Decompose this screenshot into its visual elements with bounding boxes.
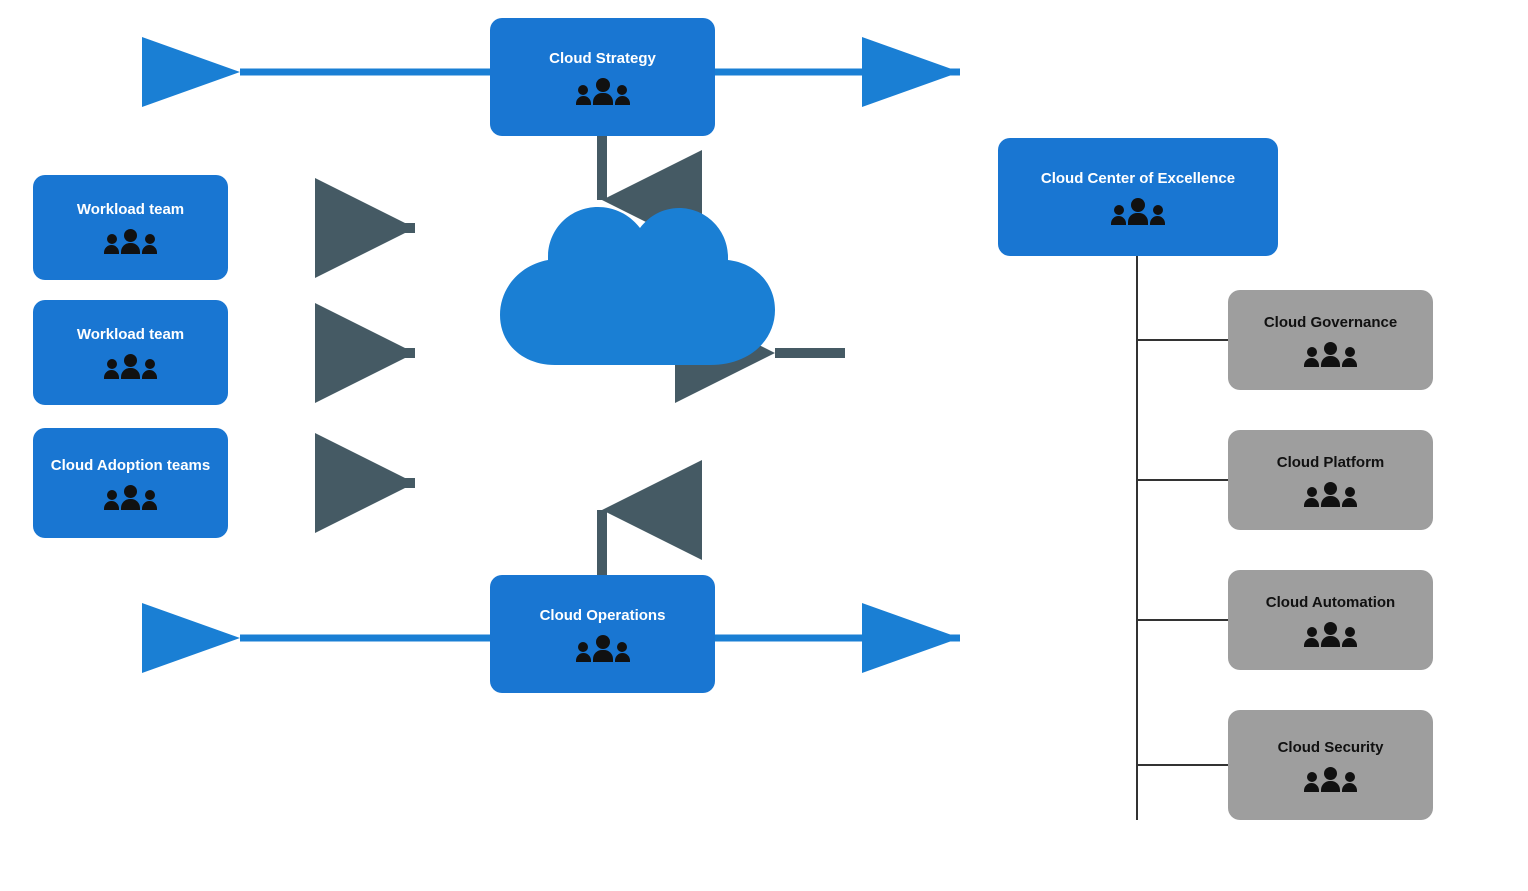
- person-icon: [593, 635, 613, 662]
- person-icon: [1150, 205, 1165, 225]
- person-icon: [142, 359, 157, 379]
- person-icon: [1321, 342, 1340, 367]
- person-icon: [104, 359, 119, 379]
- cloud-center-excellence-box: Cloud Center of Excellence: [998, 138, 1278, 256]
- cloud-security-icon: [1304, 767, 1357, 792]
- cloud-adoption-teams-label: Cloud Adoption teams: [51, 457, 210, 475]
- person-icon: [1128, 198, 1148, 225]
- cloud-automation-label: Cloud Automation: [1266, 594, 1395, 612]
- person-icon: [104, 490, 119, 510]
- person-icon: [142, 234, 157, 254]
- cloud-automation-box: Cloud Automation: [1228, 570, 1433, 670]
- person-icon: [1321, 482, 1340, 507]
- person-icon: [1304, 347, 1319, 367]
- cloud-adoption-teams-box: Cloud Adoption teams: [33, 428, 228, 538]
- diagram-container: Cloud Strategy Workload team Workload te…: [0, 0, 1528, 891]
- person-icon: [142, 490, 157, 510]
- person-icon: [615, 85, 630, 105]
- cloud-svg: [430, 195, 780, 435]
- person-icon: [615, 642, 630, 662]
- person-icon: [121, 229, 140, 254]
- person-icon: [1342, 772, 1357, 792]
- cloud-governance-box: Cloud Governance: [1228, 290, 1433, 390]
- person-icon: [1342, 487, 1357, 507]
- person-icon: [1304, 627, 1319, 647]
- cloud-platform-label: Cloud Platform: [1277, 454, 1385, 472]
- person-icon: [576, 642, 591, 662]
- cloud-operations-label: Cloud Operations: [540, 607, 666, 625]
- workload-team-2-box: Workload team: [33, 300, 228, 405]
- cloud-operations-icon: [576, 635, 630, 662]
- person-icon: [1321, 767, 1340, 792]
- person-icon: [576, 85, 591, 105]
- cloud-platform-icon: [1304, 482, 1357, 507]
- workload-team-1-box: Workload team: [33, 175, 228, 280]
- workload-team-2-icon: [104, 354, 157, 379]
- cloud-operations-box: Cloud Operations: [490, 575, 715, 693]
- cloud-shape: [430, 195, 780, 440]
- cloud-governance-icon: [1304, 342, 1357, 367]
- cloud-automation-icon: [1304, 622, 1357, 647]
- cloud-governance-label: Cloud Governance: [1264, 314, 1397, 332]
- person-icon: [1342, 347, 1357, 367]
- workload-team-1-label: Workload team: [77, 201, 184, 219]
- person-icon: [1111, 205, 1126, 225]
- cloud-security-label: Cloud Security: [1278, 739, 1384, 757]
- person-icon: [593, 78, 613, 105]
- person-icon: [1342, 627, 1357, 647]
- workload-team-1-icon: [104, 229, 157, 254]
- cloud-strategy-icon: [576, 78, 630, 105]
- person-icon: [1304, 772, 1319, 792]
- person-icon: [1304, 487, 1319, 507]
- person-icon: [121, 485, 140, 510]
- person-icon: [1321, 622, 1340, 647]
- workload-team-2-label: Workload team: [77, 326, 184, 344]
- cloud-center-excellence-label: Cloud Center of Excellence: [1041, 170, 1235, 188]
- person-icon: [121, 354, 140, 379]
- cloud-strategy-box: Cloud Strategy: [490, 18, 715, 136]
- cloud-security-box: Cloud Security: [1228, 710, 1433, 820]
- cloud-center-excellence-icon: [1111, 198, 1165, 225]
- person-icon: [104, 234, 119, 254]
- cloud-strategy-label: Cloud Strategy: [549, 50, 656, 68]
- cloud-platform-box: Cloud Platform: [1228, 430, 1433, 530]
- cloud-adoption-icon: [104, 485, 157, 510]
